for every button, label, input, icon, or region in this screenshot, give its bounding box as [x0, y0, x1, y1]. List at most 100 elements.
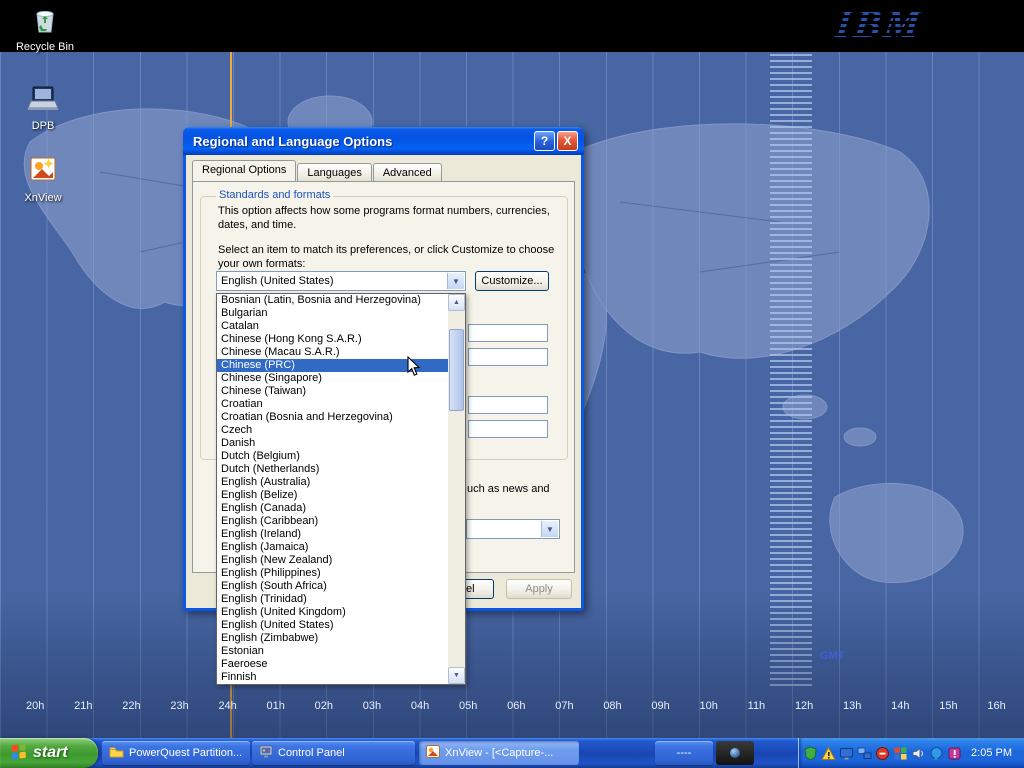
recycle-bin-icon — [30, 5, 60, 40]
location-combobox[interactable]: ▼ — [466, 519, 560, 539]
scroll-up-button[interactable]: ▲ — [448, 294, 465, 311]
list-item[interactable]: English (Trinidad) — [217, 593, 448, 606]
list-item[interactable]: English (United States) — [217, 619, 448, 632]
list-item[interactable]: Finnish — [217, 671, 448, 684]
hour-label: 23h — [170, 700, 188, 712]
standards-description: This option affects how some programs fo… — [218, 204, 552, 232]
warning-icon[interactable] — [821, 746, 836, 761]
list-item[interactable]: Croatian — [217, 398, 448, 411]
volume-icon[interactable] — [911, 746, 926, 761]
location-text-fragment: uch as news and — [467, 483, 550, 495]
help-button[interactable]: ? — [534, 131, 555, 151]
desktop-icon-dpb[interactable]: DPB — [10, 84, 76, 132]
list-item[interactable]: Danish — [217, 437, 448, 450]
display-icon[interactable] — [839, 746, 854, 761]
list-item[interactable]: Chinese (Taiwan) — [217, 385, 448, 398]
start-label: start — [33, 744, 68, 762]
apply-button: Apply — [506, 579, 572, 599]
desktop-icon-recycle-bin[interactable]: Recycle Bin — [12, 5, 78, 53]
list-item[interactable]: English (New Zealand) — [217, 554, 448, 567]
list-item[interactable]: Bulgarian — [217, 307, 448, 320]
desktop-icon-xnview[interactable]: XnView — [10, 156, 76, 204]
dropdown-scrollbar[interactable]: ▲ ▼ — [448, 294, 465, 684]
scrollbar-thumb[interactable] — [449, 329, 464, 411]
hour-label: 16h — [987, 700, 1005, 712]
taskbar-button-control-panel[interactable]: Control Panel — [252, 741, 415, 765]
taskbar-button-label: Control Panel — [278, 747, 345, 759]
chevron-down-icon[interactable]: ▼ — [447, 273, 464, 289]
list-item[interactable]: Bosnian (Latin, Bosnia and Herzegovina) — [217, 294, 448, 307]
hour-label: 22h — [122, 700, 140, 712]
hour-label: 24h — [218, 700, 236, 712]
hour-label: 07h — [555, 700, 573, 712]
list-item[interactable]: English (South Africa) — [217, 580, 448, 593]
network-icon[interactable] — [857, 746, 872, 761]
grid-app-icon[interactable] — [893, 746, 908, 761]
list-item[interactable]: Chinese (Hong Kong S.A.R.) — [217, 333, 448, 346]
hour-label: 13h — [843, 700, 861, 712]
taskbar-button-label: PowerQuest Partition... — [129, 747, 242, 759]
list-item[interactable]: English (Jamaica) — [217, 541, 448, 554]
list-item[interactable]: English (Philippines) — [217, 567, 448, 580]
list-item[interactable]: Dutch (Netherlands) — [217, 463, 448, 476]
list-item[interactable]: English (Zimbabwe) — [217, 632, 448, 645]
taskbar-button-label: XnView - [<Capture-... — [445, 747, 553, 759]
list-item[interactable]: English (Australia) — [217, 476, 448, 489]
customize-button[interactable]: Customize... — [475, 271, 549, 291]
list-item[interactable]: English (United Kingdom) — [217, 606, 448, 619]
desktop-top-band: IBM — [0, 0, 1024, 52]
system-tray: 2:05 PM — [798, 738, 1024, 768]
start-button[interactable]: start — [0, 738, 98, 768]
format-combobox[interactable]: English (United States) ▼ — [216, 271, 466, 291]
list-item[interactable]: English (Caribbean) — [217, 515, 448, 528]
sample-field — [468, 396, 548, 414]
list-item[interactable]: English (Ireland) — [217, 528, 448, 541]
tab-strip: Regional Options Languages Advanced — [192, 160, 443, 181]
list-item[interactable]: Czech — [217, 424, 448, 437]
windows-flag-icon — [10, 742, 28, 765]
mouse-cursor — [407, 356, 421, 382]
hour-label: 06h — [507, 700, 525, 712]
hour-label: 08h — [603, 700, 621, 712]
icon-label: Recycle Bin — [12, 41, 78, 53]
list-item[interactable]: English (Canada) — [217, 502, 448, 515]
scroll-down-button[interactable]: ▼ — [448, 667, 465, 684]
taskbar-dark-panel[interactable] — [716, 741, 754, 765]
gmt-label: GMT — [820, 650, 844, 662]
shield-icon[interactable] — [803, 746, 818, 761]
folder-icon — [109, 746, 124, 761]
taskbar-button-untitled[interactable]: ---- — [655, 741, 713, 765]
standards-instruction: Select an item to match its preferences,… — [218, 243, 566, 271]
hour-label: 05h — [459, 700, 477, 712]
hour-label: 11h — [748, 700, 766, 712]
list-item[interactable]: Faeroese — [217, 658, 448, 671]
hour-label: 01h — [267, 700, 285, 712]
standards-group-title: Standards and formats — [216, 189, 333, 201]
tray-clock[interactable]: 2:05 PM — [971, 747, 1016, 759]
messenger-icon[interactable] — [929, 746, 944, 761]
dialog-titlebar[interactable]: Regional and Language Options ? X — [183, 127, 584, 155]
tab-regional-options[interactable]: Regional Options — [192, 160, 296, 181]
taskbar: start PowerQuest Partition... — [0, 738, 1024, 768]
icon-label: XnView — [10, 192, 76, 204]
taskbar-button-powerquest[interactable]: PowerQuest Partition... — [102, 741, 250, 765]
hour-label: 03h — [363, 700, 381, 712]
hour-label: 21h — [74, 700, 92, 712]
locale-dropdown-items: Bosnian (Latin, Bosnia and Herzegovina)B… — [217, 294, 448, 684]
tab-languages[interactable]: Languages — [297, 163, 371, 181]
list-item[interactable]: Catalan — [217, 320, 448, 333]
dialog-title: Regional and Language Options — [183, 134, 392, 149]
chevron-down-icon[interactable]: ▼ — [541, 521, 558, 537]
sample-field — [468, 348, 548, 366]
hour-label: 14h — [891, 700, 909, 712]
close-button[interactable]: X — [557, 131, 578, 151]
list-item[interactable]: Estonian — [217, 645, 448, 658]
desktop: GMT 20h21h22h23h24h01h02h03h04h05h06h07h… — [0, 0, 1024, 768]
alert-icon[interactable] — [947, 746, 962, 761]
tab-advanced[interactable]: Advanced — [373, 163, 442, 181]
taskbar-button-xnview[interactable]: XnView - [<Capture-... — [419, 741, 579, 765]
list-item[interactable]: Dutch (Belgium) — [217, 450, 448, 463]
status-badge-icon[interactable] — [875, 746, 890, 761]
list-item[interactable]: Croatian (Bosnia and Herzegovina) — [217, 411, 448, 424]
list-item[interactable]: English (Belize) — [217, 489, 448, 502]
